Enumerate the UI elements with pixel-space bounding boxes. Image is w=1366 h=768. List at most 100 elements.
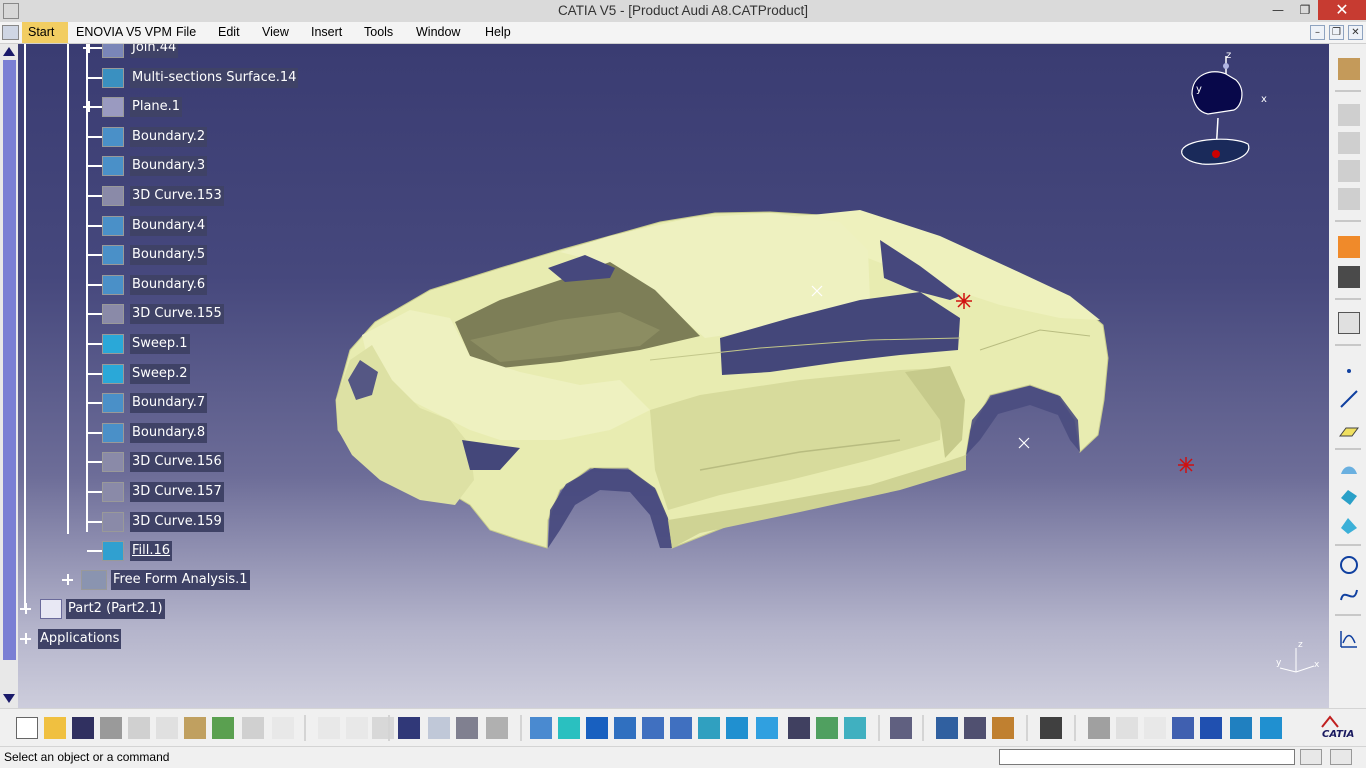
expand-plus-icon[interactable]: [20, 603, 31, 614]
fly-mode-icon[interactable]: [530, 717, 552, 739]
tree-label: Boundary.2: [130, 126, 208, 147]
command-button-1[interactable]: [1300, 749, 1322, 765]
open-icon[interactable]: [44, 717, 66, 739]
new-icon[interactable]: [16, 717, 38, 739]
menu-insert[interactable]: Insert: [311, 25, 342, 39]
sweep-icon: [102, 334, 124, 354]
red-point-marker[interactable]: [954, 291, 974, 311]
hide-icon[interactable]: [816, 717, 838, 739]
scrollbar-thumb[interactable]: [3, 60, 16, 660]
expand-plus-icon[interactable]: [83, 44, 94, 53]
fit-all-icon[interactable]: [558, 717, 580, 739]
3d-box-icon[interactable]: [1260, 717, 1282, 739]
select-cursor-icon[interactable]: [1338, 236, 1360, 258]
circle-icon[interactable]: [1338, 554, 1360, 576]
doc-minimize-button[interactable]: –: [1310, 25, 1325, 40]
multi-view-icon[interactable]: [726, 717, 748, 739]
line-icon[interactable]: [1338, 388, 1360, 410]
grid-icon[interactable]: [1200, 717, 1222, 739]
expand-plus-icon[interactable]: [83, 101, 94, 113]
fill-surface-icon[interactable]: [1338, 514, 1360, 536]
red-point-marker[interactable]: [1176, 455, 1196, 475]
redo-icon[interactable]: [242, 717, 264, 739]
point-marker-x[interactable]: [807, 281, 827, 301]
copy-icon[interactable]: [156, 717, 178, 739]
command-button-2[interactable]: [1330, 749, 1352, 765]
knowledge-icon[interactable]: [346, 717, 368, 739]
macro-icon[interactable]: [372, 717, 394, 739]
sweep-surface-icon[interactable]: [1338, 486, 1360, 508]
scroll-down-arrow-icon[interactable]: [0, 692, 18, 706]
scroll-up-arrow-icon[interactable]: [0, 44, 18, 58]
tree-label: Free Form Analysis.1: [111, 570, 250, 590]
lock-icon[interactable]: [456, 717, 478, 739]
document-icon[interactable]: [2, 25, 19, 40]
3d-viewport[interactable]: z y x z x y Join.44 Multi-sections Surfac…: [18, 44, 1329, 708]
menu-help[interactable]: Help: [485, 25, 511, 39]
sketch-icon[interactable]: [1338, 312, 1360, 334]
boundary-icon: [102, 126, 124, 147]
maximize-button[interactable]: ❐: [1292, 0, 1318, 20]
whats-this-icon[interactable]: [272, 717, 294, 739]
workbench-icon[interactable]: [1338, 58, 1360, 80]
expand-plus-icon[interactable]: [62, 574, 73, 585]
shading-icon[interactable]: [788, 717, 810, 739]
menu-enovia[interactable]: ENOVIA V5 VPM: [76, 25, 172, 39]
save-icon[interactable]: [72, 717, 94, 739]
insert-body-icon[interactable]: [1338, 132, 1360, 154]
print-icon[interactable]: [100, 717, 122, 739]
formula-icon[interactable]: [318, 717, 340, 739]
menu-edit[interactable]: Edit: [218, 25, 240, 39]
measure-item-icon[interactable]: [964, 717, 986, 739]
normal-view-icon[interactable]: [698, 717, 720, 739]
iso-view-icon[interactable]: [756, 717, 778, 739]
tree-structure-icon[interactable]: [428, 717, 450, 739]
snap-icon[interactable]: [1338, 266, 1360, 288]
point-marker-x[interactable]: [1014, 433, 1034, 453]
zoom-out-icon[interactable]: [670, 717, 692, 739]
point-icon[interactable]: [1338, 360, 1360, 382]
menu-file[interactable]: File: [176, 25, 196, 39]
tree-label: Boundary.6: [130, 274, 208, 295]
rotate-icon[interactable]: [614, 717, 636, 739]
doc-restore-button[interactable]: ❐: [1329, 25, 1344, 40]
hand-icon[interactable]: [1116, 717, 1138, 739]
command-input[interactable]: [999, 749, 1295, 765]
swap-space-icon[interactable]: [844, 717, 866, 739]
menu-view[interactable]: View: [262, 25, 289, 39]
axis-y-label: y: [1276, 658, 1282, 668]
table-icon[interactable]: [398, 717, 420, 739]
ordered-set-icon[interactable]: [1338, 160, 1360, 182]
spline-icon[interactable]: [1338, 584, 1360, 606]
analysis-icon[interactable]: [1338, 628, 1360, 650]
cut-icon[interactable]: [128, 717, 150, 739]
close-button[interactable]: ✕: [1318, 0, 1366, 20]
catalog-icon[interactable]: [1172, 717, 1194, 739]
update-icon[interactable]: [890, 717, 912, 739]
extrude-surface-icon[interactable]: [1338, 458, 1360, 480]
menu-window[interactable]: Window: [416, 25, 460, 39]
geometrical-set-icon[interactable]: [1338, 104, 1360, 126]
hide-show-icon[interactable]: [486, 717, 508, 739]
doc-close-button[interactable]: ✕: [1348, 25, 1363, 40]
refresh-icon[interactable]: [1088, 717, 1110, 739]
zoom-in-icon[interactable]: [642, 717, 664, 739]
copy-set-icon[interactable]: [1338, 188, 1360, 210]
capture-camera-icon[interactable]: [1040, 717, 1062, 739]
axis-system-tool-icon[interactable]: [1144, 717, 1166, 739]
tree-connector-line: [87, 283, 102, 286]
menu-tools[interactable]: Tools: [364, 25, 393, 39]
tree-scrollbar[interactable]: [0, 44, 18, 708]
expand-plus-icon[interactable]: [20, 633, 31, 644]
minimize-button[interactable]: —: [1264, 0, 1292, 20]
toolbar-separator: [520, 715, 522, 741]
undo-icon[interactable]: [212, 717, 234, 739]
measure-between-icon[interactable]: [936, 717, 958, 739]
paste-icon[interactable]: [184, 717, 206, 739]
menu-start[interactable]: Start: [28, 25, 54, 39]
work-on-support-icon[interactable]: [1230, 717, 1252, 739]
plane-icon[interactable]: [1338, 420, 1360, 442]
compass-icon[interactable]: [1178, 48, 1268, 178]
measure-inertia-icon[interactable]: [992, 717, 1014, 739]
pan-icon[interactable]: [586, 717, 608, 739]
